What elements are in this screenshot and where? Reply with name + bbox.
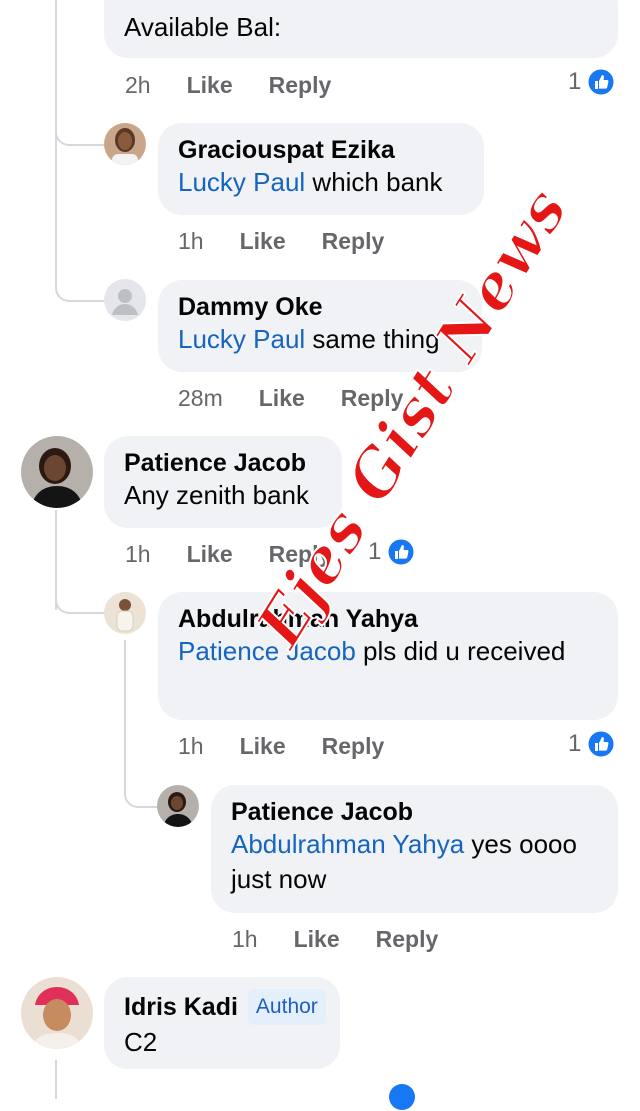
comment-bubble: Graciouspat Ezika Lucky Paul which bank xyxy=(158,123,484,215)
mention-link[interactable]: Abdulrahman Yahya xyxy=(231,829,464,859)
comment-time: 1h xyxy=(125,541,151,567)
comment-meta: 1h Like Reply xyxy=(178,733,384,760)
commenter-name[interactable]: Dammy Oke xyxy=(178,292,462,322)
comment-time: 1h xyxy=(178,228,204,254)
commenter-name[interactable]: Patience Jacob xyxy=(231,797,598,827)
comment-meta: 2h Like Reply xyxy=(125,72,331,99)
comment-meta: 1h Like Reply xyxy=(178,228,384,255)
like-button[interactable]: Like xyxy=(187,541,233,568)
like-thumb-icon xyxy=(389,1084,415,1110)
avatar[interactable] xyxy=(104,123,146,165)
thread-line xyxy=(55,1060,57,1099)
like-button[interactable]: Like xyxy=(187,72,233,99)
commenter-name[interactable]: Graciouspat Ezika xyxy=(178,135,464,165)
comment-text: Lucky Paul which bank xyxy=(178,165,464,200)
thread-elbow xyxy=(55,100,105,146)
commenter-name[interactable]: Patience Jacob xyxy=(124,448,322,478)
avatar[interactable] xyxy=(104,279,146,321)
comment-bubble: Available Bal: xyxy=(104,0,618,58)
comment-text: Available Bal: xyxy=(124,12,282,42)
comment-text: Any zenith bank xyxy=(124,480,310,510)
like-thumb-icon xyxy=(387,538,415,566)
comment-time: 1h xyxy=(232,926,258,952)
reply-button[interactable]: Reply xyxy=(322,733,385,760)
comment-text: Patience Jacob pls did u received xyxy=(178,634,598,669)
like-thumb-icon xyxy=(587,68,615,96)
like-button[interactable]: Like xyxy=(240,228,286,255)
comment-bubble: Abdulrahman Yahya Patience Jacob pls did… xyxy=(158,592,618,720)
mention-link[interactable]: Lucky Paul xyxy=(178,324,305,354)
default-avatar-icon xyxy=(112,289,138,315)
comment-meta: 1h Like Reply xyxy=(232,926,438,953)
comment-bubble: Patience Jacob Any zenith bank xyxy=(104,436,342,528)
like-thumb-icon xyxy=(587,730,615,758)
comment-text: Abdulrahman Yahya yes oooo just now xyxy=(231,827,598,897)
like-button[interactable]: Like xyxy=(240,733,286,760)
reaction-count[interactable]: 1 xyxy=(568,68,615,96)
mention-link[interactable]: Patience Jacob xyxy=(178,636,356,666)
reaction-count[interactable]: 1 xyxy=(568,730,615,758)
thread-elbow xyxy=(55,560,105,614)
reply-button[interactable]: Reply xyxy=(269,72,332,99)
reply-button[interactable]: Reply xyxy=(376,926,439,953)
comment-body: pls did u received xyxy=(355,636,566,666)
thread-line xyxy=(124,640,126,760)
comment-time: 1h xyxy=(178,733,204,759)
comment-meta: 28m Like Reply xyxy=(178,385,403,412)
commenter-name[interactable]: Abdulrahman Yahya xyxy=(178,604,598,634)
thread-elbow xyxy=(55,250,105,302)
comment-bubble: Idris Kadi Author C2 xyxy=(104,977,340,1069)
like-button[interactable]: Like xyxy=(294,926,340,953)
commenter-name-link[interactable]: Idris Kadi xyxy=(124,993,238,1021)
comment-text: C2 xyxy=(124,1027,158,1057)
avatar[interactable] xyxy=(157,785,199,827)
author-badge: Author xyxy=(247,989,326,1025)
reply-button[interactable]: Reply xyxy=(322,228,385,255)
reaction-count-value: 1 xyxy=(568,730,582,757)
comment-time: 2h xyxy=(125,72,151,98)
comment-time: 28m xyxy=(178,385,223,411)
avatar[interactable] xyxy=(21,436,93,508)
avatar[interactable] xyxy=(104,592,146,634)
avatar[interactable] xyxy=(21,977,93,1049)
mention-link[interactable]: Lucky Paul xyxy=(178,167,305,197)
thread-elbow xyxy=(124,760,160,808)
like-button[interactable]: Like xyxy=(259,385,305,412)
commenter-name: Idris Kadi Author xyxy=(124,989,326,1025)
comment-bubble: Patience Jacob Abdulrahman Yahya yes ooo… xyxy=(211,785,618,913)
comment-body: which bank xyxy=(305,167,443,197)
reaction-count-value: 1 xyxy=(568,68,582,95)
